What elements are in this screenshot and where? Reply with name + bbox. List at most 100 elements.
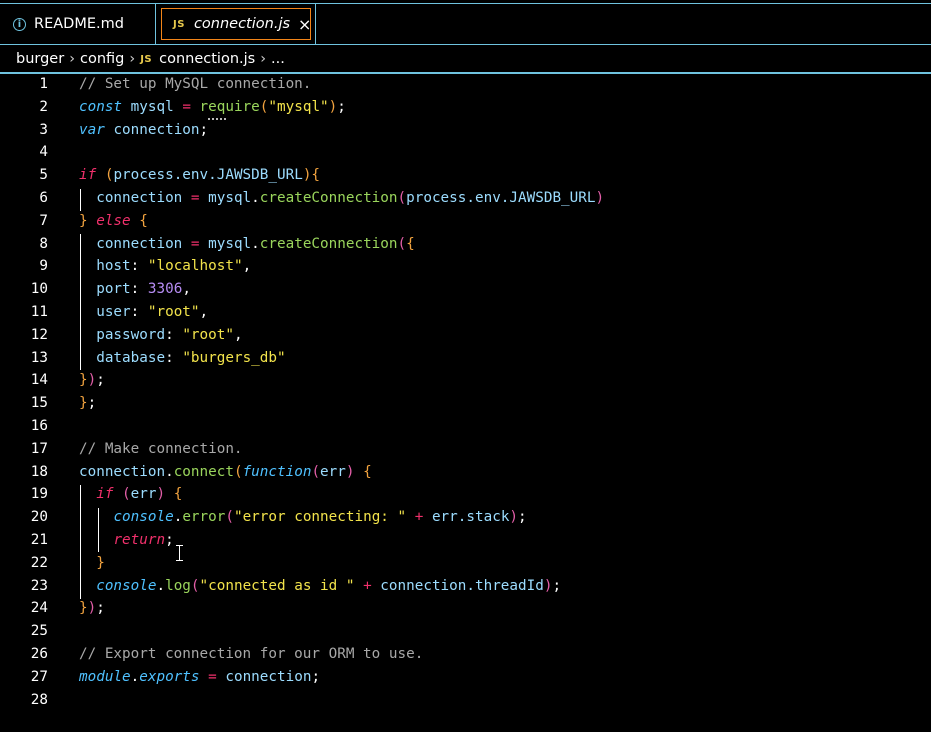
code-editor[interactable]: 1 // Set up MySQL connection. 2 const mysql… (0, 73, 931, 711)
code-token: 3306 (147, 281, 183, 298)
line-number: 24 (30, 600, 48, 617)
code-line[interactable]: 28 (0, 689, 931, 712)
code-token: ; (337, 98, 346, 115)
chevron-right-icon: › (69, 51, 75, 67)
line-number: 21 (30, 531, 48, 548)
code-text: if (process.env.JAWSDB_URL){ (79, 164, 320, 187)
code-token: process.env.JAWSDB_URL (113, 167, 303, 184)
code-text: connection = mysql.createConnection(proc… (79, 187, 604, 210)
code-token: function (242, 463, 312, 480)
code-line[interactable]: 17 // Make connection. (0, 438, 931, 461)
code-line[interactable]: 2 const mysql = require("mysql"); (0, 96, 931, 119)
chevron-right-icon: › (129, 51, 136, 67)
code-text: password: "root", (79, 324, 242, 347)
code-token: : (165, 326, 183, 343)
breadcrumb: burger › config › JS connection.js › ... (0, 46, 931, 74)
code-token: const (79, 98, 123, 115)
code-line[interactable]: 13 database: "burgers_db" (0, 347, 931, 370)
breadcrumb-item-burger[interactable]: burger (16, 51, 64, 67)
code-token: ( (122, 486, 131, 503)
code-line[interactable]: 27 module.exports = connection; (0, 666, 931, 689)
code-token: module (79, 668, 131, 685)
code-text: user: "root", (79, 301, 208, 324)
code-token: "root" (147, 303, 200, 320)
code-token: port (96, 281, 131, 298)
code-text: return; (79, 529, 173, 552)
code-line[interactable]: 12 password: "root", (0, 324, 931, 347)
code-line[interactable]: 26 // Export connection for our ORM to us… (0, 643, 931, 666)
code-line[interactable]: 5 if (process.env.JAWSDB_URL){ (0, 164, 931, 187)
code-token: { (406, 235, 415, 252)
code-line[interactable]: 1 // Set up MySQL connection. (0, 73, 931, 96)
code-token: return (113, 531, 166, 548)
code-token: err (320, 463, 346, 480)
code-token: = (182, 98, 191, 115)
code-text: } (79, 552, 105, 575)
code-line[interactable]: 10 port: 3306, (0, 278, 931, 301)
code-text: // Export connection for our ORM to use. (79, 643, 423, 666)
code-line[interactable]: 16 (0, 415, 931, 438)
suggestion-dots (208, 118, 226, 120)
close-icon[interactable]: × (298, 15, 311, 34)
code-token: ( (311, 463, 321, 480)
code-line[interactable]: 8 connection = mysql.createConnection({ (0, 233, 931, 256)
code-line[interactable]: 21 return; (0, 529, 931, 552)
code-line[interactable]: 20 console.error("error connecting: " + … (0, 506, 931, 529)
code-line[interactable]: 4 (0, 141, 931, 164)
line-number: 12 (30, 326, 48, 343)
code-line[interactable]: 22 } (0, 552, 931, 575)
code-token: err (130, 486, 157, 503)
code-token: if (96, 486, 114, 503)
code-line[interactable]: 3 var connection; (0, 119, 931, 142)
code-line[interactable]: 24}); (0, 597, 931, 620)
code-line[interactable]: 14}); (0, 369, 931, 392)
breadcrumb-item-config[interactable]: config (80, 51, 124, 67)
code-token: console (113, 509, 174, 526)
tab-connection-js-wrapper: JS connection.js × (156, 4, 316, 44)
code-text: } else { (79, 210, 148, 233)
line-number: 1 (39, 76, 48, 92)
code-line[interactable]: 18 connection.connect(function(err) { (0, 461, 931, 484)
code-token: database (96, 349, 166, 366)
code-token: "mysql" (268, 98, 329, 115)
code-token: mysql (130, 98, 174, 115)
code-line[interactable]: 19 if (err) { (0, 483, 931, 506)
code-token: , (242, 258, 252, 275)
code-token: { (311, 167, 321, 184)
breadcrumb-item-file[interactable]: connection.js (159, 51, 255, 67)
code-line[interactable]: 7} else { (0, 210, 931, 233)
line-number: 11 (30, 303, 48, 320)
code-text: port: 3306, (79, 278, 191, 301)
tab-readme[interactable]: i README.md (0, 4, 156, 44)
line-number: 3 (39, 121, 48, 138)
code-token: ) (156, 486, 166, 503)
indent-guide (80, 485, 81, 599)
code-token: createConnection (259, 189, 398, 206)
breadcrumb-item-symbols[interactable]: ... (271, 51, 285, 67)
indent-guide (80, 189, 81, 211)
code-line[interactable]: 25 (0, 620, 931, 643)
code-line[interactable]: 9 host: "localhost", (0, 255, 931, 278)
code-token: } (79, 600, 88, 617)
line-number: 17 (30, 440, 48, 457)
code-line[interactable]: 15}; (0, 392, 931, 415)
code-token: . (130, 668, 140, 685)
code-line[interactable]: 11 user: "root", (0, 301, 931, 324)
text-cursor-icon (176, 545, 183, 561)
code-line[interactable]: 6 connection = mysql.createConnection(pr… (0, 187, 931, 210)
code-token: ; (96, 372, 105, 389)
code-token: . (156, 577, 166, 594)
code-token: error (182, 509, 226, 526)
code-text: var connection; (79, 119, 208, 142)
tab-connection-js[interactable]: JS connection.js × (161, 8, 311, 40)
code-line[interactable]: 23 console.log("connected as id " + conn… (0, 575, 931, 598)
